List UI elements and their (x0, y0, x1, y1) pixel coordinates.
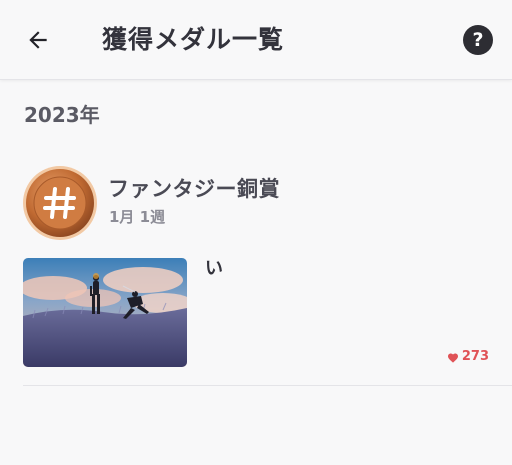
post-title: い (205, 258, 223, 279)
app-header: 獲得メダル一覧 ? (0, 0, 512, 80)
heart-icon (447, 353, 458, 363)
like-count[interactable]: 273 (447, 348, 489, 366)
year-heading: 2023年 (24, 103, 100, 127)
like-count-value: 273 (461, 349, 489, 364)
help-button[interactable]: ? (463, 25, 493, 55)
post-card[interactable]: い 273 (0, 256, 512, 374)
question-mark-icon: ? (472, 29, 484, 51)
medal-period: 1月 1週 (109, 208, 166, 226)
back-button[interactable] (20, 22, 56, 58)
divider (23, 385, 512, 386)
bronze-hash-medal-icon (23, 166, 97, 240)
post-thumbnail[interactable] (23, 258, 187, 367)
medal-name: ファンタジー銅賞 (108, 177, 280, 201)
post-thumbnail-image (23, 258, 187, 367)
page-title: 獲得メダル一覧 (102, 25, 285, 54)
arrow-left-icon (29, 31, 47, 49)
medal-item[interactable]: ファンタジー銅賞 1月 1週 (0, 165, 512, 245)
